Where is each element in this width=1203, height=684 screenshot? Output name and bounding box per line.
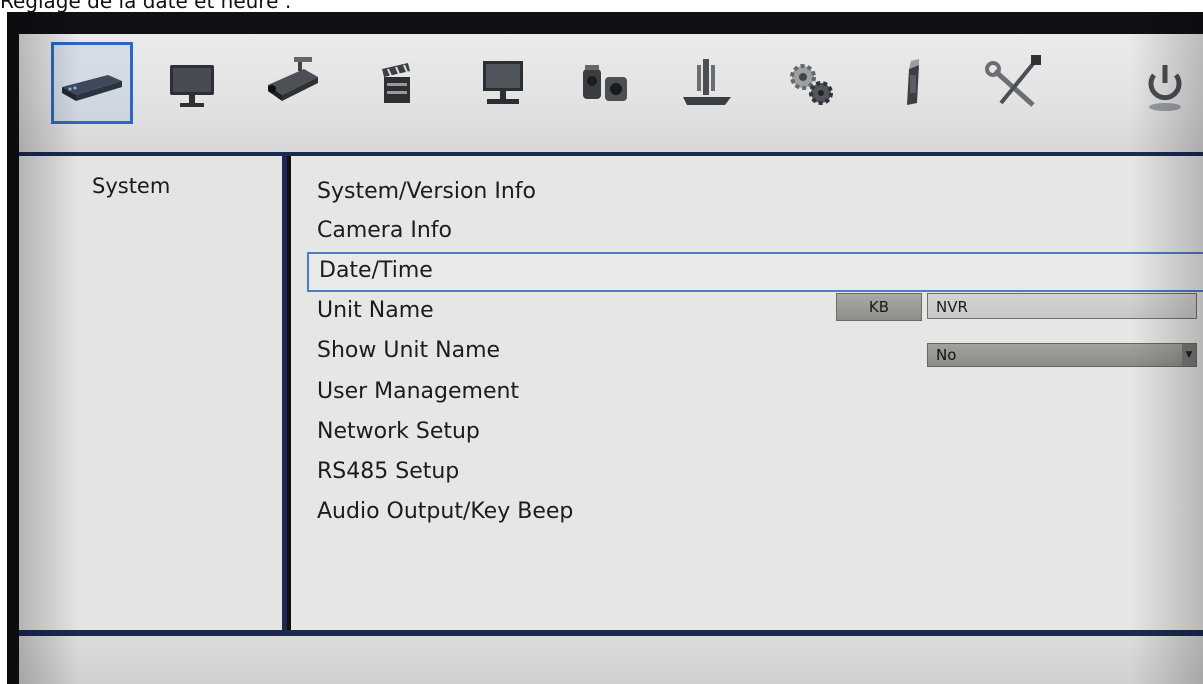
menu-item-system-version-info[interactable]: System/Version Info — [317, 174, 536, 210]
category-panel: System — [19, 156, 287, 630]
display-monitor-icon[interactable] — [151, 42, 233, 124]
system-dvr-icon[interactable] — [51, 42, 133, 124]
gear-icon[interactable] — [770, 42, 852, 124]
icon-toolbar — [19, 34, 1203, 156]
show-unit-name-value: No — [936, 346, 957, 364]
device-monitor-icon[interactable] — [462, 42, 544, 124]
show-unit-name-select[interactable]: No ▼ — [927, 343, 1197, 367]
category-title: System — [92, 174, 171, 198]
menu-item-audio-output-key-beep[interactable]: Audio Output/Key Beep — [317, 494, 573, 530]
status-bar — [19, 636, 1203, 684]
menu-item-date-time[interactable]: Date/Time — [307, 252, 1203, 292]
unit-name-input[interactable]: NVR — [927, 293, 1197, 319]
settings-menu-panel: System/Version Info Camera Info Date/Tim… — [291, 156, 1203, 630]
tools-icon[interactable] — [974, 42, 1056, 124]
menu-item-user-management[interactable]: User Management — [317, 374, 519, 410]
keyboard-button[interactable]: KB — [836, 293, 922, 321]
camera-icon[interactable] — [253, 42, 335, 124]
menu-item-unit-name[interactable]: Unit Name — [317, 293, 434, 329]
power-icon[interactable] — [1124, 42, 1203, 124]
record-clapper-icon[interactable] — [355, 42, 437, 124]
dvr-screen: System System/Version Info Camera Info D… — [7, 12, 1203, 684]
menu-item-network-setup[interactable]: Network Setup — [317, 414, 480, 450]
storage-device-icon[interactable] — [666, 42, 748, 124]
menu-item-show-unit-name[interactable]: Show Unit Name — [317, 333, 500, 369]
chevron-down-icon[interactable]: ▼ — [1182, 344, 1196, 366]
menu-item-camera-info[interactable]: Camera Info — [317, 213, 452, 249]
menu-item-rs485-setup[interactable]: RS485 Setup — [317, 454, 459, 490]
usb-stick-icon[interactable] — [872, 42, 954, 124]
ptz-camera-icon[interactable] — [564, 42, 646, 124]
